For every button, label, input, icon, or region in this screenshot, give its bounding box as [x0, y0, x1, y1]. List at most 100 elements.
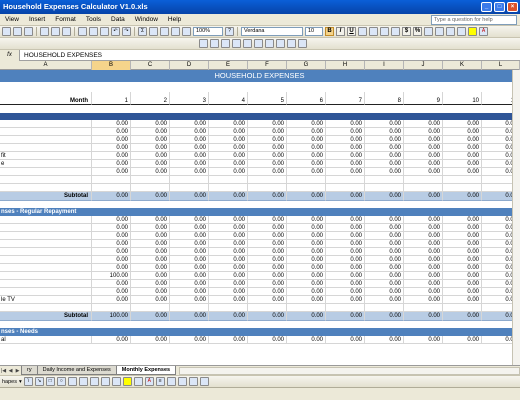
review-icon[interactable]: [199, 39, 208, 48]
row-label[interactable]: fit: [0, 152, 92, 160]
table-cell[interactable]: [209, 176, 248, 184]
table-cell[interactable]: 0.00: [404, 120, 443, 128]
increase-decimal-icon[interactable]: [435, 27, 444, 36]
next-sheet-icon[interactable]: ▶: [14, 367, 21, 375]
table-cell[interactable]: 0.00: [131, 216, 170, 224]
table-cell[interactable]: 0.00: [209, 136, 248, 144]
table-cell[interactable]: 0.00: [365, 216, 404, 224]
table-cell[interactable]: 0.00: [92, 296, 131, 304]
table-cell[interactable]: [131, 184, 170, 192]
table-cell[interactable]: 0.00: [443, 168, 482, 176]
font-select[interactable]: Verdana: [241, 27, 303, 36]
table-cell[interactable]: [131, 304, 170, 312]
table-cell[interactable]: 0.00: [131, 264, 170, 272]
print-preview-icon[interactable]: [51, 27, 60, 36]
table-cell[interactable]: 0.00: [365, 152, 404, 160]
line-style-icon[interactable]: ≡: [155, 377, 165, 386]
table-cell[interactable]: [443, 184, 482, 192]
table-cell[interactable]: 0.00: [248, 336, 287, 344]
sheet-tab-daily-income[interactable]: Daily Income and Expenses: [36, 366, 117, 375]
table-cell[interactable]: 0.00: [131, 128, 170, 136]
table-cell[interactable]: 0.00: [404, 232, 443, 240]
table-cell[interactable]: 0.00: [209, 128, 248, 136]
table-cell[interactable]: [443, 304, 482, 312]
table-cell[interactable]: 7: [326, 92, 365, 105]
fill-color-icon[interactable]: [468, 27, 477, 36]
print-icon[interactable]: [40, 27, 49, 36]
sort-descending-icon[interactable]: [160, 27, 169, 36]
table-cell[interactable]: 0.00: [209, 144, 248, 152]
table-cell[interactable]: 0.00: [209, 280, 248, 288]
table-cell[interactable]: 0.00: [209, 272, 248, 280]
column-header-l[interactable]: L: [482, 61, 520, 70]
table-cell[interactable]: 100.00: [92, 312, 131, 321]
minimize-button[interactable]: _: [481, 2, 492, 12]
table-cell[interactable]: 0.00: [365, 232, 404, 240]
table-cell[interactable]: 0.00: [326, 272, 365, 280]
table-cell[interactable]: [443, 176, 482, 184]
table-cell[interactable]: 0.00: [248, 296, 287, 304]
font-color-icon[interactable]: A: [479, 27, 488, 36]
wordart-icon[interactable]: [78, 377, 88, 386]
table-cell[interactable]: [287, 176, 326, 184]
table-cell[interactable]: 0.00: [404, 128, 443, 136]
row-label[interactable]: [0, 224, 92, 232]
table-cell[interactable]: 0.00: [443, 288, 482, 296]
close-button[interactable]: ×: [507, 2, 518, 12]
row-label[interactable]: Subtotal: [0, 312, 92, 321]
table-cell[interactable]: 0.00: [365, 264, 404, 272]
table-cell[interactable]: 0.00: [443, 136, 482, 144]
table-cell[interactable]: 8: [365, 92, 404, 105]
copy-icon[interactable]: [89, 27, 98, 36]
table-cell[interactable]: 0.00: [404, 144, 443, 152]
table-cell[interactable]: 0.00: [92, 192, 131, 201]
table-cell[interactable]: 0.00: [326, 232, 365, 240]
review-icon[interactable]: [276, 39, 285, 48]
table-cell[interactable]: 0.00: [443, 312, 482, 321]
picture-icon[interactable]: [111, 377, 121, 386]
table-cell[interactable]: 0.00: [209, 256, 248, 264]
table-cell[interactable]: 0.00: [131, 224, 170, 232]
align-left-icon[interactable]: [358, 27, 367, 36]
table-cell[interactable]: 0.00: [248, 248, 287, 256]
column-header-j[interactable]: J: [404, 61, 443, 70]
table-cell[interactable]: 0.00: [326, 248, 365, 256]
row-label[interactable]: [0, 264, 92, 272]
decrease-decimal-icon[interactable]: [446, 27, 455, 36]
table-cell[interactable]: 0.00: [92, 128, 131, 136]
table-cell[interactable]: [404, 184, 443, 192]
table-cell[interactable]: [92, 176, 131, 184]
row-label[interactable]: [0, 240, 92, 248]
table-cell[interactable]: [170, 184, 209, 192]
column-header-a[interactable]: A: [0, 61, 92, 70]
table-cell[interactable]: [326, 304, 365, 312]
line-icon[interactable]: \: [23, 377, 33, 386]
table-cell[interactable]: [248, 304, 287, 312]
table-cell[interactable]: 0.00: [365, 192, 404, 201]
table-cell[interactable]: 0.00: [326, 288, 365, 296]
table-cell[interactable]: 0.00: [287, 160, 326, 168]
table-cell[interactable]: 0.00: [326, 312, 365, 321]
table-cell[interactable]: 0.00: [131, 136, 170, 144]
horizontal-scrollbar[interactable]: [179, 366, 520, 375]
table-cell[interactable]: 0.00: [404, 152, 443, 160]
sheet-tab-summary[interactable]: ry: [21, 366, 38, 375]
menu-window[interactable]: Window: [130, 16, 163, 23]
table-cell[interactable]: 0.00: [365, 128, 404, 136]
column-header-b[interactable]: B: [92, 61, 131, 70]
table-cell[interactable]: 0.00: [287, 192, 326, 201]
table-cell[interactable]: 0.00: [92, 216, 131, 224]
table-cell[interactable]: 0.00: [443, 272, 482, 280]
table-cell[interactable]: 0.00: [92, 152, 131, 160]
table-cell[interactable]: 0.00: [365, 256, 404, 264]
table-cell[interactable]: 0.00: [443, 152, 482, 160]
table-cell[interactable]: 0.00: [248, 168, 287, 176]
review-icon[interactable]: [298, 39, 307, 48]
table-cell[interactable]: 0.00: [404, 216, 443, 224]
table-cell[interactable]: 0.00: [170, 288, 209, 296]
table-cell[interactable]: 0.00: [170, 240, 209, 248]
table-cell[interactable]: 0.00: [287, 240, 326, 248]
formula-input[interactable]: HOUSEHOLD EXPENSES: [20, 52, 102, 59]
table-cell[interactable]: 0.00: [287, 224, 326, 232]
table-cell[interactable]: 0.00: [365, 296, 404, 304]
